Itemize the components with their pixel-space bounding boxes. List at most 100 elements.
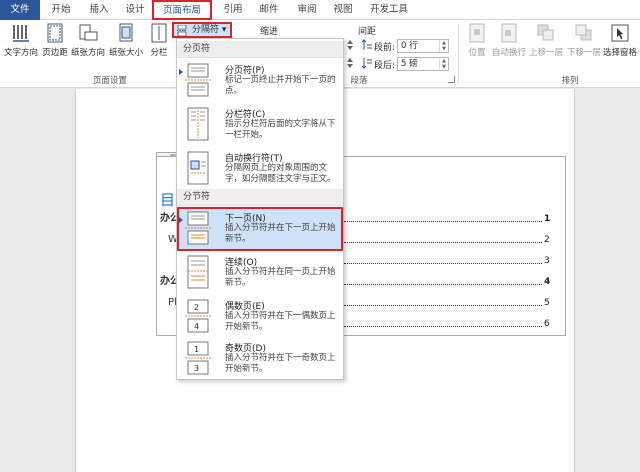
- send-backward-icon: [575, 24, 592, 41]
- toc-page-number: 6: [544, 319, 550, 329]
- margins-icon: [47, 23, 63, 43]
- toc-page-number: 1: [544, 214, 551, 224]
- position-label: 位置: [468, 48, 486, 58]
- next-page-section-icon: [185, 211, 211, 245]
- page-break-icon: [185, 63, 211, 97]
- group-separator: [458, 24, 459, 84]
- toc-leader-dots: [344, 305, 542, 306]
- wrap-text-label: 自动换行: [491, 48, 526, 58]
- wrap-text-icon: [501, 23, 517, 43]
- selection-pane-icon: [611, 24, 629, 42]
- space-before-label: 段前:: [374, 43, 396, 53]
- toc-leader-dots: [344, 242, 542, 243]
- section-breaks-section-header: 分节符: [177, 189, 343, 206]
- spacing-label: 间距: [358, 27, 377, 37]
- menu-item-description: 插入分节符并在下一页上开始新节。: [225, 223, 336, 244]
- space-before-input[interactable]: 0 行 ▲ ▼: [397, 39, 449, 53]
- menu-item-description: 指示分栏符后面的文字将从下一栏开始。: [225, 119, 336, 140]
- menu-item-continuous[interactable]: 连续(O) 插入分节符并在同一页上开始新节。: [177, 251, 343, 295]
- toc-page-number: 5: [544, 298, 550, 308]
- breaks-button[interactable]: 分隔符 ▾: [172, 22, 233, 38]
- text-direction-icon: [13, 25, 29, 42]
- menu-item-description: 分隔网页上的对象周围的文字，如分隔题注文字与正文。: [225, 163, 336, 184]
- paper-size-icon: [119, 23, 133, 42]
- menu-item-even-page[interactable]: 2 4 偶数页(E) 插入分节符并在下一偶数页上开始新节。: [177, 295, 343, 339]
- spinner-arrows-icon[interactable]: ▲ ▼: [439, 58, 448, 70]
- arrange-group-label: 排列: [561, 76, 579, 86]
- columns-button[interactable]: 分栏: [148, 22, 170, 58]
- send-backward-button[interactable]: 下移一层: [566, 22, 602, 58]
- toc-leader-dots: [344, 263, 542, 264]
- paragraph-group-label: 段落: [350, 76, 368, 86]
- breaks-label: 分隔符: [192, 25, 220, 35]
- margins-label: 页边距: [42, 48, 68, 58]
- toc-leader-dots: [344, 284, 542, 285]
- tab-review[interactable]: 审阅: [290, 0, 324, 20]
- orientation-button[interactable]: 纸张方向: [70, 22, 106, 58]
- selection-pane-label: 选择窗格: [602, 48, 637, 58]
- tab-file[interactable]: 文件: [0, 0, 40, 20]
- tab-developer[interactable]: 开发工具: [364, 0, 414, 20]
- bring-forward-label: 上移一层: [528, 48, 563, 58]
- orientation-icon: [79, 24, 98, 41]
- tab-view[interactable]: 视图: [326, 0, 360, 20]
- orientation-label: 纸张方向: [70, 48, 105, 58]
- indent-label: 缩进: [260, 27, 279, 37]
- toc-page-number: 2: [544, 235, 550, 245]
- size-button[interactable]: 纸张大小: [108, 22, 144, 58]
- tab-mailings[interactable]: 邮件: [252, 0, 286, 20]
- odd-page-section-icon: 1 3: [185, 341, 211, 375]
- text-direction-label: 文字方向: [3, 48, 38, 58]
- paragraph-dialog-launcher-icon[interactable]: [448, 76, 455, 83]
- menu-item-next-page[interactable]: 下一页(N) 插入分节符并在下一页上开始新节。: [177, 207, 343, 251]
- continuous-section-icon: [187, 255, 209, 289]
- ribbon-tab-bar: 文件 开始 插入 设计 页面布局 引用 邮件 审阅 视图 开发工具: [0, 0, 640, 20]
- toc-page-number: 3: [544, 256, 550, 266]
- columns-label: 分栏: [150, 48, 168, 58]
- menu-item-odd-page[interactable]: 1 3 奇数页(D) 插入分节符并在下一奇数页上开始新节。: [177, 337, 343, 381]
- selection-pane-button[interactable]: 选择窗格: [602, 22, 638, 58]
- breaks-icon: [177, 25, 187, 36]
- menu-item-text-wrapping-break[interactable]: 自动换行符(T) 分隔网页上的对象周围的文字，如分隔题注文字与正文。: [177, 147, 343, 191]
- space-after-input[interactable]: 5 磅 ▲ ▼: [397, 57, 449, 71]
- space-after-value: 5 磅: [401, 59, 418, 69]
- spinner-arrows-icon[interactable]: ▲ ▼: [439, 40, 448, 52]
- column-break-icon: [187, 107, 209, 141]
- menu-item-description: 标记一页终止并开始下一页的点。: [225, 75, 336, 96]
- space-before-value: 0 行: [401, 41, 418, 51]
- current-marker-icon: [179, 69, 183, 75]
- menu-item-column-break[interactable]: 分栏符(C) 指示分栏符后面的文字将从下一栏开始。: [177, 103, 343, 147]
- toc-title: 目: [160, 191, 176, 209]
- columns-icon: [151, 23, 167, 43]
- margins-button[interactable]: 页边距: [40, 22, 70, 58]
- send-backward-label: 下移一层: [566, 48, 601, 58]
- page-setup-group-label: 页面设置: [92, 76, 127, 86]
- spin-arrows-icon[interactable]: [346, 39, 354, 51]
- tab-design[interactable]: 设计: [118, 0, 152, 20]
- position-icon: [469, 23, 485, 43]
- bring-forward-button[interactable]: 上移一层: [528, 22, 564, 58]
- toc-page-number: 4: [544, 277, 551, 287]
- tab-insert[interactable]: 插入: [82, 0, 116, 20]
- svg-text:4: 4: [194, 322, 199, 331]
- tab-references[interactable]: 引用: [216, 0, 250, 20]
- menu-item-description: 插入分节符并在下一奇数页上开始新节。: [225, 353, 336, 374]
- text-direction-button[interactable]: 文字方向: [2, 22, 40, 58]
- svg-text:2: 2: [194, 303, 199, 312]
- spin-arrows-icon[interactable]: [346, 57, 354, 69]
- space-after-label: 段后:: [374, 61, 396, 71]
- size-label: 纸张大小: [108, 48, 143, 58]
- toc-leader-dots: [344, 326, 542, 327]
- menu-item-page-break[interactable]: 分页符(P) 标记一页终止并开始下一页的点。: [177, 59, 343, 103]
- breaks-dropdown-menu: 分页符 分页符(P) 标记一页终止并开始下一页的点。 分栏符(C) 指示分栏符后…: [176, 38, 344, 380]
- toc-leader-dots: [344, 221, 542, 222]
- menu-item-description: 插入分节符并在下一偶数页上开始新节。: [225, 311, 336, 332]
- tab-home[interactable]: 开始: [44, 0, 78, 20]
- svg-text:3: 3: [194, 364, 199, 373]
- space-after-icon: [362, 58, 372, 69]
- position-button[interactable]: 位置: [462, 22, 492, 58]
- wrap-text-button[interactable]: 自动换行: [490, 22, 528, 58]
- tab-page-layout[interactable]: 页面布局: [152, 0, 212, 20]
- svg-text:1: 1: [194, 345, 199, 354]
- chevron-down-icon: ▾: [221, 25, 227, 35]
